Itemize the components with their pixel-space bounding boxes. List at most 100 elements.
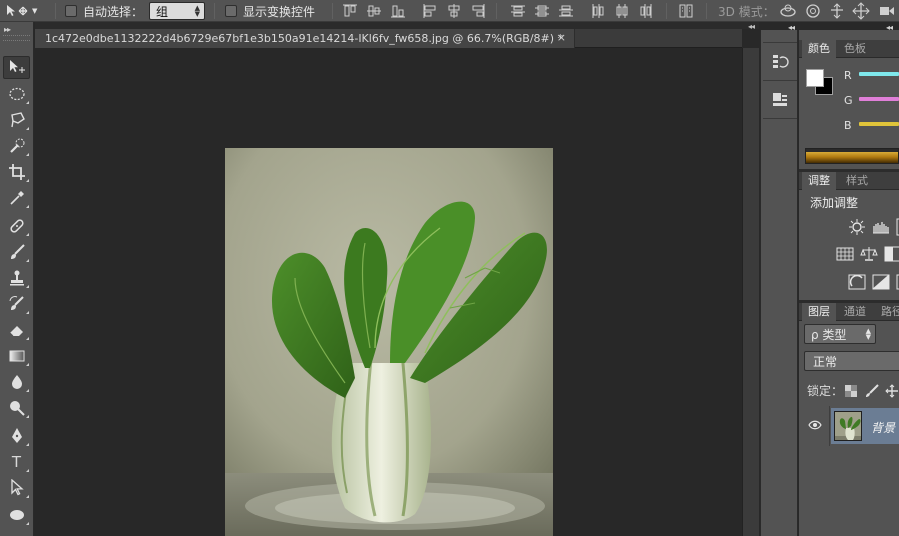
document-tabbar: 1c472e0dbe1132222d4b6729e67bf1e3b150a91e…: [35, 29, 742, 48]
align-left-edges-icon[interactable]: [422, 3, 438, 19]
blue-channel-slider[interactable]: [859, 122, 899, 126]
tab-paths[interactable]: 路径: [875, 303, 899, 321]
close-icon[interactable]: ×: [557, 31, 566, 44]
align-horizontal-centers-icon[interactable]: [446, 3, 462, 19]
document-canvas-image[interactable]: [225, 148, 553, 536]
green-channel-slider[interactable]: [859, 97, 899, 101]
vertical-scrollbar[interactable]: [742, 48, 759, 536]
adjustments-panel-tabs: 调整 样式: [799, 172, 899, 190]
clone-stamp-tool[interactable]: [3, 266, 30, 289]
marquee-tool[interactable]: [3, 82, 30, 105]
healing-brush-tool[interactable]: [3, 214, 30, 237]
distribute-bottom-edges-icon[interactable]: [558, 3, 574, 19]
slide-3d-icon[interactable]: [852, 2, 870, 20]
separator: [496, 3, 497, 19]
dodge-tool[interactable]: [3, 396, 30, 419]
auto-select-checkbox[interactable]: [65, 5, 77, 17]
foreground-color-swatch[interactable]: [806, 69, 824, 87]
tab-styles[interactable]: 样式: [840, 172, 874, 190]
tab-channels[interactable]: 通道: [838, 303, 872, 321]
move-tool-icon: [7, 5, 28, 16]
pen-nib-icon: [11, 427, 22, 443]
blur-drop-icon: [11, 374, 22, 389]
move-tool-preset-picker[interactable]: ▼: [4, 0, 37, 22]
canvas-workspace[interactable]: [35, 48, 742, 536]
scale-3d-icon[interactable]: [877, 2, 895, 20]
align-right-edges-icon[interactable]: [470, 3, 486, 19]
polygonal-lasso-icon: [10, 111, 25, 127]
color-panel-tabs: 颜色 色板: [799, 40, 899, 58]
separator: [666, 3, 667, 19]
drag-3d-icon[interactable]: [828, 2, 846, 20]
type-tool[interactable]: T: [3, 450, 30, 473]
path-selection-arrow-icon: [10, 478, 24, 495]
lock-transparent-pixels-icon[interactable]: [844, 384, 858, 398]
show-transform-option[interactable]: 显示变换控件: [225, 0, 315, 22]
brightness-contrast-icon[interactable]: [848, 218, 866, 236]
gradient-map-icon[interactable]: [872, 273, 890, 291]
layer-row[interactable]: 背景: [799, 406, 899, 446]
tab-adjustments[interactable]: 调整: [802, 172, 836, 190]
crop-tool[interactable]: [3, 160, 30, 183]
document-tab[interactable]: 1c472e0dbe1132222d4b6729e67bf1e3b150a91e…: [35, 29, 575, 48]
layer-thumbnail: [834, 411, 862, 441]
history-brush-tool[interactable]: [3, 292, 30, 315]
distribute-vertical-centers-icon[interactable]: [534, 3, 550, 19]
history-brush-icon: [9, 295, 24, 310]
layer-thumbnail-image: [835, 412, 861, 440]
pen-tool[interactable]: [3, 424, 30, 447]
history-panel-button[interactable]: [768, 50, 792, 74]
shape-tool[interactable]: [3, 503, 30, 526]
layer-filter-dropdown[interactable]: ρ 类型 ▲ ▼: [804, 324, 876, 344]
eye-visibility-icon[interactable]: [808, 419, 822, 431]
black-white-icon[interactable]: [884, 245, 899, 263]
color-spectrum-ramp[interactable]: [805, 148, 899, 164]
distribute-left-edges-icon[interactable]: [590, 3, 606, 19]
toolbar-grip[interactable]: [3, 35, 30, 41]
collapse-panels-icon[interactable]: ◂◂: [748, 22, 755, 31]
eyedropper-tool[interactable]: [3, 186, 30, 209]
align-vertical-centers-icon[interactable]: [366, 3, 382, 19]
align-bottom-edges-icon[interactable]: [390, 3, 406, 19]
align-top-edges-icon[interactable]: [342, 3, 358, 19]
levels-icon[interactable]: [872, 218, 890, 236]
dock-grip[interactable]: [763, 42, 797, 43]
brush-tool[interactable]: [3, 240, 30, 263]
gradient-tool[interactable]: [3, 344, 30, 367]
distribute-top-edges-icon[interactable]: [510, 3, 526, 19]
collapse-dock-icon[interactable]: ◂◂: [788, 23, 795, 32]
blur-tool[interactable]: [3, 370, 30, 393]
show-transform-checkbox[interactable]: [225, 5, 237, 17]
blend-mode-dropdown[interactable]: 正常: [804, 351, 899, 371]
eraser-tool[interactable]: [3, 318, 30, 341]
move-tool[interactable]: [3, 56, 30, 79]
tab-layers[interactable]: 图层: [802, 303, 836, 321]
right-panels: ◂◂ 颜色 色板 R G B 调整 样式 添加调整 图层 通道 路径 ρ 类型 …: [799, 23, 899, 536]
invert-icon[interactable]: [848, 273, 866, 291]
lasso-tool[interactable]: [3, 108, 30, 131]
tab-swatches[interactable]: 色板: [838, 40, 872, 58]
collapse-right-panels-icon[interactable]: ◂◂: [886, 23, 893, 32]
quick-selection-tool[interactable]: [3, 134, 30, 157]
auto-select-target-dropdown[interactable]: 组 ▲ ▼: [149, 2, 205, 20]
vibrance-icon[interactable]: [836, 245, 854, 263]
distribute-right-edges-icon[interactable]: [638, 3, 654, 19]
tab-color[interactable]: 颜色: [802, 40, 836, 58]
lock-image-pixels-icon[interactable]: [865, 384, 879, 398]
path-selection-tool[interactable]: [3, 476, 30, 499]
elliptical-marquee-icon: [8, 87, 25, 100]
lock-position-icon[interactable]: [885, 384, 899, 398]
move-arrow-icon: [9, 59, 25, 73]
3d-properties-panel-button[interactable]: [768, 88, 792, 112]
color-balance-icon[interactable]: [860, 245, 878, 263]
auto-select-option[interactable]: 自动选择：: [65, 0, 143, 22]
auto-align-layers-icon[interactable]: [678, 3, 694, 19]
rotate-3d-icon[interactable]: [779, 2, 797, 20]
collapse-toolbar-icon[interactable]: ▸▸: [4, 25, 11, 34]
bandage-icon: [9, 218, 24, 233]
stepper-arrows-icon: ▲ ▼: [865, 327, 871, 341]
red-channel-slider[interactable]: [859, 72, 899, 76]
separator: [763, 80, 797, 81]
roll-3d-icon[interactable]: [804, 2, 822, 20]
distribute-horizontal-centers-icon[interactable]: [614, 3, 630, 19]
